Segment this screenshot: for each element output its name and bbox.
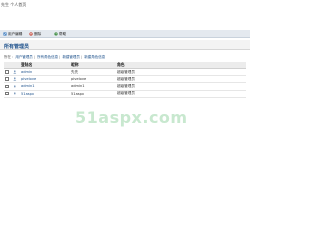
cell-role: 超级管理员	[116, 68, 246, 77]
cell-login: pivelove	[20, 75, 70, 84]
page-title: 所有管理员	[4, 44, 30, 50]
top-bar: 先生 个人首页	[0, 0, 250, 10]
login-link[interactable]: admin	[21, 70, 32, 74]
breadcrumb-item-new-role[interactable]: 新建角色信息	[84, 55, 105, 59]
delete-button[interactable]: 删除	[29, 31, 41, 37]
table-row[interactable]: admin1 admin1 超级管理员	[4, 82, 246, 91]
toolbar: 用户编辑 删除 帮助	[0, 30, 250, 38]
user-icon	[13, 92, 17, 96]
cell-nickname: 先先	[70, 68, 116, 77]
help-button[interactable]: 帮助	[54, 31, 66, 37]
cell-nickname: admin1	[70, 82, 116, 91]
delete-icon	[29, 32, 33, 36]
cell-nickname: pivelove	[70, 75, 116, 84]
breadcrumb-separator: |	[59, 55, 61, 59]
watermark: 51aspx.com	[75, 108, 188, 127]
login-link[interactable]: 51aspx	[21, 92, 34, 96]
help-label: 帮助	[59, 31, 67, 36]
cell-login: admin	[20, 68, 70, 77]
cell-role: 超级管理员	[116, 90, 246, 98]
cell-role: 超级管理员	[116, 82, 246, 91]
edit-icon	[3, 32, 7, 36]
panel-header: 所有管理员	[0, 40, 250, 50]
login-link[interactable]: admin1	[21, 84, 35, 88]
admin-table: 登陆名 昵称 角色 admin 先先 超级管理员 pivelove pivelo…	[4, 62, 246, 98]
row-checkbox[interactable]	[5, 84, 9, 89]
row-checkbox[interactable]	[5, 70, 9, 74]
row-checkbox[interactable]	[5, 77, 9, 82]
cell-role: 超级管理员	[116, 75, 246, 84]
table-row[interactable]: admin 先先 超级管理员	[4, 68, 246, 77]
table-row[interactable]: 51aspx 51aspx 超级管理员	[4, 90, 246, 98]
cell-login: admin1	[20, 82, 70, 91]
user-icon	[13, 70, 17, 74]
breadcrumb-item-admin-users[interactable]: 用户管理员	[15, 55, 33, 59]
admin-table-container: 登陆名 昵称 角色 admin 先先 超级管理员 pivelove pivelo…	[4, 62, 246, 98]
table-row[interactable]: pivelove pivelove 超级管理员	[4, 75, 246, 84]
help-icon	[54, 32, 58, 36]
cell-nickname: 51aspx	[70, 90, 116, 98]
user-icon	[13, 85, 17, 89]
edit-user-button[interactable]: 用户编辑	[3, 31, 22, 37]
breadcrumb-item-all-roles[interactable]: 所有角色信息	[37, 55, 58, 59]
delete-label: 删除	[34, 31, 42, 36]
breadcrumb: 所在: 用户管理员| 所有角色信息| 新建管理员| 新建角色信息	[4, 55, 105, 60]
edit-user-label: 用户编辑	[8, 31, 23, 36]
breadcrumb-separator: |	[80, 55, 83, 59]
breadcrumb-prefix: 所在	[4, 55, 11, 59]
breadcrumb-item-new-admin[interactable]: 新建管理员	[62, 55, 80, 59]
login-link[interactable]: pivelove	[21, 77, 36, 81]
breadcrumb-separator: :	[12, 55, 14, 59]
cell-login: 51aspx	[20, 90, 70, 98]
user-icon	[13, 77, 17, 82]
row-checkbox[interactable]	[5, 91, 9, 96]
user-greeting[interactable]: 先生 个人首页	[1, 2, 26, 8]
breadcrumb-separator: |	[33, 55, 35, 59]
